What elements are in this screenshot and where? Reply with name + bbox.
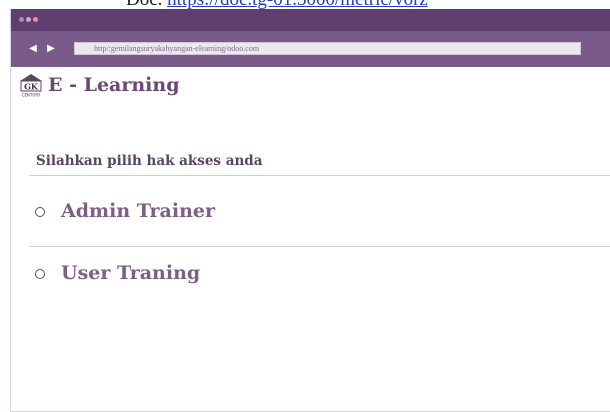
caption-prefix: Doc. [126,0,162,9]
top-caption: Doc. https://doc.tg-01.3000/metric/vorz [126,0,610,9]
radio-circle-icon[interactable] [35,269,45,279]
option-user-traning[interactable]: User Traning [33,261,353,287]
forward-arrow-icon[interactable]: ▶ [46,43,56,55]
window-dot-2-icon[interactable] [26,17,31,22]
logo-letters: GK [24,82,39,92]
address-bar[interactable]: http/:gemilangsuryakahyangan-elearning/o… [74,42,581,55]
gk-century-logo: GK CENTURY [20,74,42,98]
caption-link[interactable]: https://doc.tg-01.3000/metric/vorz [167,0,428,9]
option-label: User Traning [61,262,201,284]
radio-circle-icon[interactable] [35,207,45,217]
brand-header: GK CENTURY E - Learning [18,72,218,102]
page-title: E - Learning [48,74,180,96]
browser-titlebar [11,9,610,31]
divider [29,246,610,247]
option-admin-trainer[interactable]: Admin Trainer [33,199,353,225]
browser-toolbar: ◀ ▶ http/:gemilangsuryakahyangan-elearni… [11,31,610,67]
address-bar-url: http/:gemilangsuryakahyangan-elearning/o… [94,44,260,53]
logo-subtext: CENTURY [22,93,41,98]
option-label: Admin Trainer [61,200,215,222]
window-dot-3-icon[interactable] [33,17,38,22]
back-arrow-icon[interactable]: ◀ [28,43,38,55]
access-prompt: Silahkan pilih hak akses anda [36,153,263,169]
browser-window: ◀ ▶ http/:gemilangsuryakahyangan-elearni… [10,9,610,412]
window-dot-1-icon[interactable] [19,17,24,22]
divider [29,175,610,176]
